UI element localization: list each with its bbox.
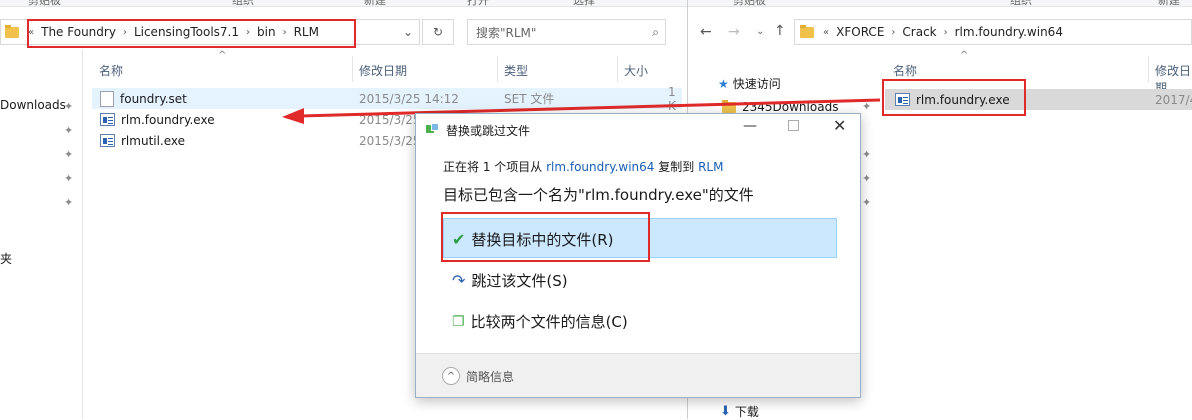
column-header-size[interactable]: 大小 bbox=[624, 62, 648, 79]
pin-icon[interactable]: ✦ bbox=[862, 148, 871, 161]
option-label: 跳过该文件(S) bbox=[471, 272, 568, 290]
ribbon-label[interactable]: 新建 bbox=[1158, 0, 1180, 8]
annotation-highlight-box bbox=[441, 212, 650, 262]
exe-icon bbox=[100, 113, 115, 126]
file-icon bbox=[100, 90, 114, 107]
file-name: rlm.foundry.exe bbox=[121, 112, 215, 127]
column-separator[interactable] bbox=[617, 56, 618, 82]
ribbon-label[interactable]: 新建 bbox=[364, 0, 386, 8]
ribbon-label[interactable]: 组织 bbox=[1010, 0, 1032, 8]
column-separator[interactable] bbox=[352, 56, 353, 82]
column-header-name[interactable]: 名称 bbox=[99, 62, 123, 79]
pin-icon[interactable]: ✦ bbox=[862, 196, 871, 209]
pin-icon[interactable]: ✦ bbox=[64, 172, 73, 185]
sort-up-icon: ^ bbox=[960, 50, 969, 61]
details-toggle[interactable]: ^ 简略信息 bbox=[442, 367, 514, 385]
dropdown-icon[interactable]: ⌄ bbox=[403, 25, 413, 39]
close-button[interactable]: ✕ bbox=[833, 116, 846, 135]
file-date: 2017/4 bbox=[1155, 92, 1192, 107]
maximize-button[interactable] bbox=[788, 120, 799, 131]
dialog-headline: 目标已包含一个名为"rlm.foundry.exe"的文件 bbox=[443, 186, 754, 204]
search-placeholder: 搜索"RLM" bbox=[476, 25, 537, 40]
column-header-type[interactable]: 类型 bbox=[504, 62, 528, 79]
info-source-link[interactable]: rlm.foundry.win64 bbox=[546, 160, 654, 174]
sidebar-label: Downloads bbox=[0, 98, 66, 112]
file-name: foundry.set bbox=[120, 91, 187, 106]
column-header-date[interactable]: 修改日期 bbox=[359, 62, 407, 79]
info-mid: 复制到 bbox=[658, 160, 695, 174]
sort-up-icon: ^ bbox=[218, 50, 227, 61]
search-input[interactable]: 搜索"RLM" ⌕ bbox=[467, 19, 666, 45]
folder-icon bbox=[5, 24, 19, 38]
dialog-title: 替换或跳过文件 bbox=[446, 124, 531, 138]
breadcrumb-item[interactable]: Crack bbox=[902, 25, 936, 39]
details-label: 简略信息 bbox=[466, 369, 515, 384]
pin-icon[interactable]: ✦ bbox=[64, 196, 73, 209]
column-separator[interactable] bbox=[497, 56, 498, 82]
pin-icon[interactable]: ✦ bbox=[64, 124, 73, 137]
nav-label: 下载 bbox=[734, 405, 759, 419]
recent-dropdown-icon[interactable]: ⌄ bbox=[756, 26, 764, 37]
minimize-button[interactable]: — bbox=[743, 118, 757, 134]
nav-item-download[interactable]: ⬇ 下载 bbox=[720, 403, 759, 420]
download-icon: ⬇ bbox=[720, 404, 731, 419]
nav-label: 快速访问 bbox=[732, 77, 781, 91]
chevron-right-icon[interactable]: › bbox=[891, 27, 895, 38]
compare-icon: ❐ bbox=[452, 313, 465, 330]
column-separator[interactable] bbox=[1148, 56, 1149, 82]
overflow-chevron-icon[interactable]: « bbox=[823, 27, 829, 38]
file-row[interactable]: rlmutil.exe 2015/3/25 bbox=[92, 130, 422, 151]
chevron-right-icon[interactable]: › bbox=[944, 27, 948, 38]
replace-skip-dialog: 替换或跳过文件 — ✕ 正在将 1 个项目从 rlm.foundry.win64… bbox=[415, 113, 861, 398]
ribbon-label[interactable]: 选择 bbox=[573, 0, 595, 8]
sidebar-label: 夹 bbox=[0, 252, 13, 266]
skip-icon: ↷ bbox=[452, 271, 466, 290]
ribbon-label[interactable]: 组织 bbox=[232, 0, 254, 8]
dialog-footer: ^ 简略信息 bbox=[416, 353, 860, 397]
ribbon: 剪贴板 组织 新建 打开 选择 剪贴板 组织 新建 bbox=[0, 0, 1192, 7]
chevron-up-icon: ^ bbox=[442, 367, 460, 385]
refresh-button[interactable]: ↻ bbox=[422, 19, 454, 45]
file-name: rlmutil.exe bbox=[121, 133, 186, 148]
ribbon-label[interactable]: 剪贴板 bbox=[28, 0, 61, 8]
forward-arrow-icon[interactable]: → bbox=[728, 24, 740, 40]
folder-icon bbox=[800, 24, 814, 38]
info-dest-link[interactable]: RLM bbox=[698, 160, 723, 174]
column-header-name[interactable]: 名称 bbox=[893, 62, 917, 79]
exe-icon bbox=[100, 134, 115, 147]
nav-quick-access[interactable]: ★ 快速访问 bbox=[718, 75, 781, 92]
pane-divider bbox=[82, 50, 83, 419]
option-label: 比较两个文件的信息(C) bbox=[470, 313, 628, 331]
file-date: 2015/3/25 bbox=[359, 133, 421, 148]
search-icon: ⌕ bbox=[652, 24, 659, 39]
breadcrumb-item[interactable]: XFORCE bbox=[836, 25, 884, 39]
sidebar-item-folder[interactable]: 夹 bbox=[0, 250, 12, 267]
star-icon: ★ bbox=[718, 76, 729, 91]
copy-icon bbox=[426, 123, 440, 135]
annotation-highlight-box bbox=[27, 19, 356, 48]
back-arrow-icon[interactable]: ← bbox=[700, 24, 712, 40]
pin-icon[interactable]: ✦ bbox=[64, 148, 73, 161]
close-icon: ✕ bbox=[833, 116, 847, 135]
option-compare[interactable]: ❐ 比较两个文件的信息(C) bbox=[452, 311, 628, 332]
refresh-icon: ↻ bbox=[432, 25, 444, 39]
breadcrumb-item[interactable]: rlm.foundry.win64 bbox=[955, 25, 1063, 39]
right-address-bar[interactable]: « XFORCE › Crack › rlm.foundry.win64 bbox=[794, 19, 1192, 45]
option-skip[interactable]: ↷ 跳过该文件(S) bbox=[452, 270, 568, 291]
pin-icon[interactable]: ✦ bbox=[862, 172, 871, 185]
up-arrow-icon[interactable]: ↑ bbox=[774, 23, 786, 39]
pin-icon[interactable]: ✦ bbox=[64, 100, 73, 113]
ribbon-label[interactable]: 剪贴板 bbox=[733, 0, 766, 8]
ribbon-label[interactable]: 打开 bbox=[467, 0, 489, 8]
info-prefix: 正在将 1 个项目从 bbox=[443, 160, 543, 174]
sidebar-item-downloads[interactable]: Downloads bbox=[0, 98, 66, 112]
copy-info: 正在将 1 个项目从 rlm.foundry.win64 复制到 RLM bbox=[443, 158, 723, 175]
